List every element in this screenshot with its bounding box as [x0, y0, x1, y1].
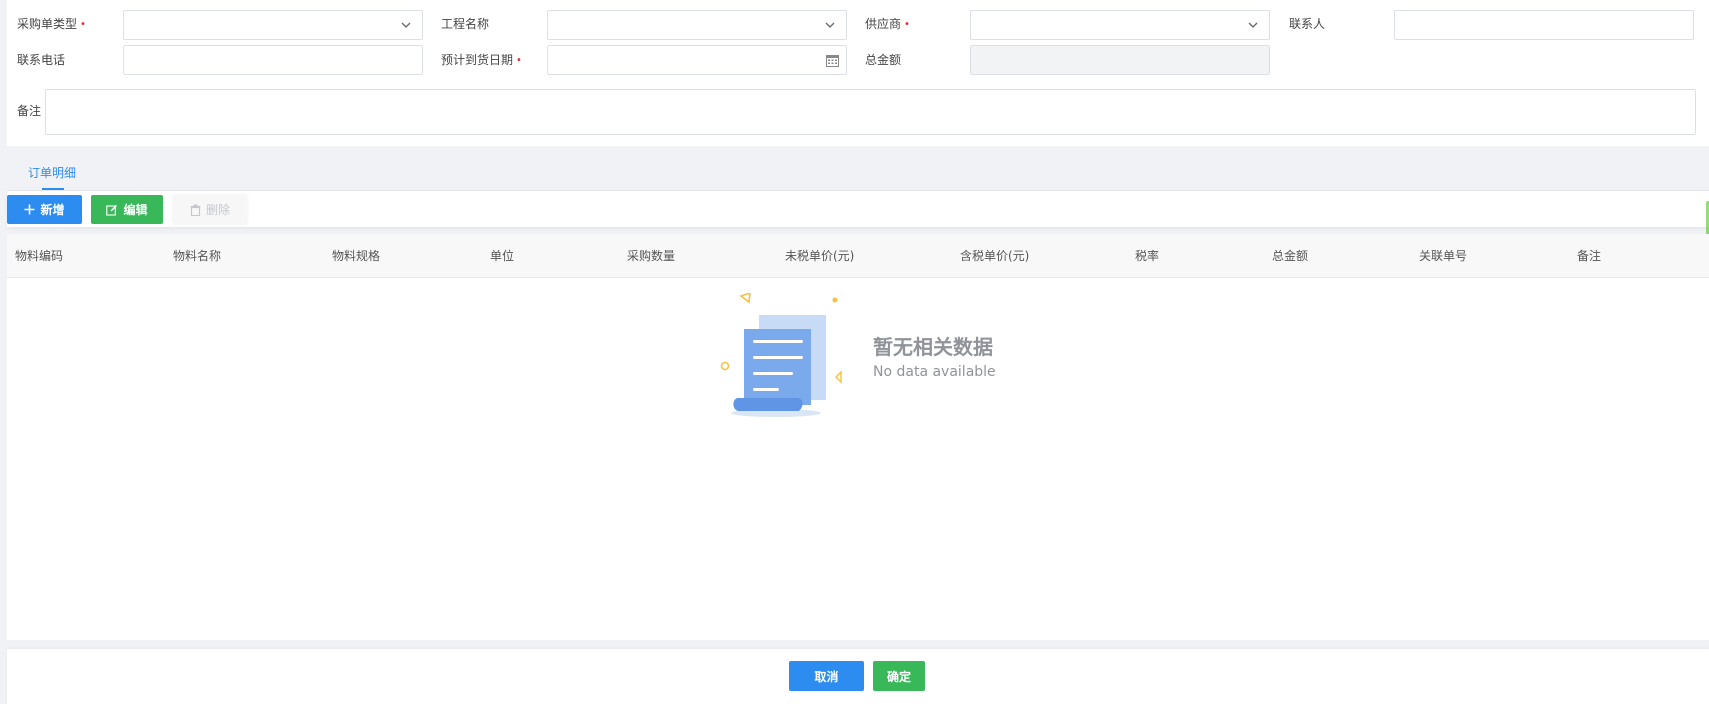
project-name-label-text: 工程名称 — [441, 17, 490, 31]
confirm-button[interactable]: 确定 — [873, 661, 925, 691]
add-button[interactable]: 新增 — [7, 195, 82, 224]
contact-person-label: 联系人 — [1289, 16, 1325, 32]
purchase-type-label: 采购单类型 • — [17, 16, 86, 34]
order-form: 采购单类型 • 工程名称 供应商 • 联系人 联系电话 预计到货日期 • 总金额… — [7, 0, 1709, 146]
column-header[interactable]: 税率 — [1135, 248, 1159, 264]
contact-phone-label: 联系电话 — [17, 52, 65, 68]
contact-person-label-text: 联系人 — [1289, 17, 1326, 31]
cancel-button[interactable]: 取消 — [789, 661, 864, 691]
column-header[interactable]: 单位 — [490, 248, 514, 264]
add-button-label: 新增 — [40, 203, 65, 217]
supplier-select[interactable] — [970, 10, 1270, 40]
table-toolbar: 新增 编辑 删除 — [7, 191, 1709, 227]
calendar-icon[interactable] — [826, 54, 839, 67]
empty-document-icon — [720, 293, 842, 417]
expected-date-label: 预计到货日期 • — [441, 52, 522, 70]
remark-label-text: 备注 — [17, 104, 42, 118]
tab-order-details[interactable]: 订单明细 — [28, 165, 76, 181]
edit-button-label: 编辑 — [123, 203, 148, 217]
chevron-down-icon — [825, 22, 835, 28]
chevron-down-icon — [401, 22, 411, 28]
contact-phone-label-text: 联系电话 — [17, 53, 66, 67]
column-header[interactable]: 未税单价(元) — [785, 248, 854, 264]
column-header[interactable]: 含税单价(元) — [960, 248, 1029, 264]
edit-button[interactable]: 编辑 — [91, 195, 163, 224]
column-header[interactable]: 物料编码 — [15, 248, 63, 264]
column-header[interactable]: 采购数量 — [627, 248, 675, 264]
column-header[interactable]: 关联单号 — [1419, 248, 1467, 264]
purchase-type-select[interactable] — [123, 10, 423, 40]
total-amount-label-text: 总金额 — [865, 53, 902, 67]
remark-textarea[interactable] — [45, 89, 1696, 135]
delete-button-label: 删除 — [205, 203, 230, 217]
column-header[interactable]: 物料规格 — [332, 248, 380, 264]
remark-label: 备注 — [17, 103, 41, 119]
contact-person-input[interactable] — [1394, 10, 1694, 40]
project-name-label: 工程名称 — [441, 16, 489, 32]
supplier-label-text: 供应商 — [865, 17, 902, 31]
column-header[interactable]: 总金额 — [1272, 248, 1308, 264]
delete-button[interactable]: 删除 — [173, 195, 247, 224]
purchase-type-label-text: 采购单类型 — [17, 17, 78, 31]
chevron-down-icon — [1248, 22, 1258, 28]
expected-date-picker[interactable] — [547, 45, 847, 75]
dialog-footer: 取消 确定 — [7, 649, 1709, 704]
empty-state-subtitle: No data available — [873, 364, 996, 380]
column-header[interactable]: 备注 — [1577, 248, 1601, 264]
expected-date-label-text: 预计到货日期 — [441, 53, 514, 67]
plus-icon — [24, 204, 35, 215]
required-marker: • — [516, 55, 522, 66]
supplier-label: 供应商 • — [865, 16, 910, 34]
edit-icon — [106, 204, 118, 216]
table-header: 物料编码 物料名称 物料规格 单位 采购数量 未税单价(元) 含税单价(元) 税… — [7, 234, 1709, 278]
contact-phone-input[interactable] — [123, 45, 423, 75]
trash-icon — [190, 204, 201, 216]
total-amount-field — [970, 45, 1270, 75]
total-amount-label: 总金额 — [865, 52, 901, 68]
column-header[interactable]: 物料名称 — [173, 248, 221, 264]
required-marker: • — [904, 19, 910, 30]
empty-state-title: 暂无相关数据 — [873, 335, 993, 359]
project-name-select[interactable] — [547, 10, 847, 40]
order-detail-table: 物料编码 物料名称 物料规格 单位 采购数量 未税单价(元) 含税单价(元) 税… — [7, 234, 1709, 640]
required-marker: • — [80, 19, 86, 30]
